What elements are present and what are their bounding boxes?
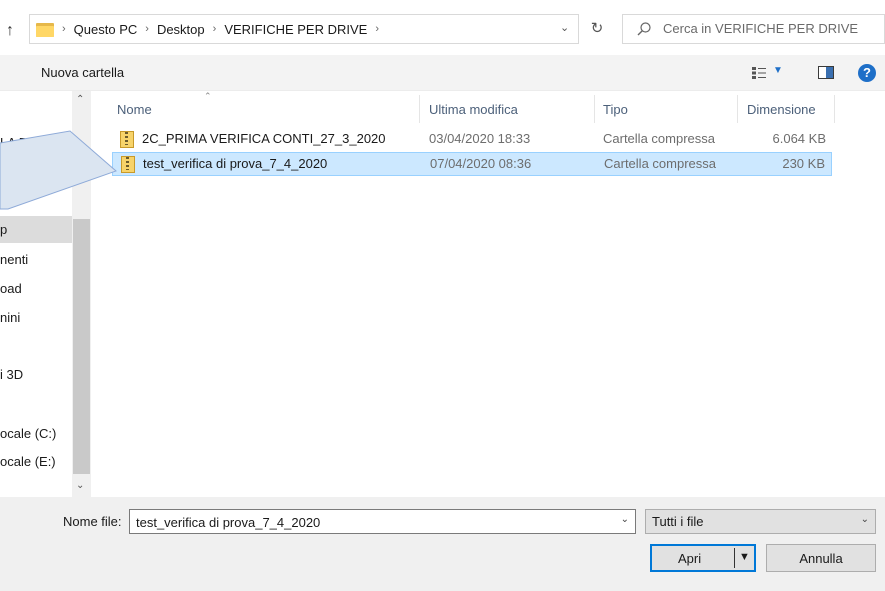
address-bar[interactable]: › Questo PC › Desktop › VERIFICHE PER DR… xyxy=(29,14,579,44)
filename-label: Nome file: xyxy=(63,514,122,529)
column-divider[interactable] xyxy=(419,95,420,123)
up-arrow-icon[interactable]: ↑ xyxy=(6,21,22,41)
chevron-right-icon[interactable]: › xyxy=(145,23,149,35)
chevron-down-icon[interactable]: ⌄ xyxy=(621,514,629,525)
column-header-size[interactable]: Dimensione xyxy=(747,97,816,123)
file-name: test_verifica di prova_7_4_2020 xyxy=(143,156,328,171)
help-icon[interactable]: ? xyxy=(858,64,876,82)
breadcrumb-item-folder[interactable]: VERIFICHE PER DRIVE xyxy=(224,22,367,37)
nav-item[interactable]: ocale (E:) xyxy=(0,454,56,469)
search-placeholder: Cerca in VERIFICHE PER DRIVE xyxy=(663,21,859,36)
file-type: Cartella compressa xyxy=(603,131,715,146)
nav-item[interactable]: nenti xyxy=(0,252,28,267)
column-divider[interactable] xyxy=(834,95,835,123)
zip-folder-icon xyxy=(121,156,135,173)
nav-item[interactable]: nini xyxy=(0,310,20,325)
dialog-footer: Nome file: ⌄ Tutti i file ⌄ Apri ▼ Annul… xyxy=(0,497,885,591)
cancel-button[interactable]: Annulla xyxy=(766,544,876,572)
file-row[interactable]: 2C_PRIMA VERIFICA CONTI_27_3_2020 03/04/… xyxy=(112,128,832,152)
scrollbar-thumb[interactable] xyxy=(73,219,90,474)
column-header-modified[interactable]: Ultima modifica xyxy=(429,97,518,123)
nav-scrollbar[interactable]: ⌃ ⌄ xyxy=(72,91,91,497)
nav-item[interactable]: LA DISTA xyxy=(0,135,56,150)
file-modified: 03/04/2020 18:33 xyxy=(429,131,531,146)
toolbar: Nuova cartella ▼ ? xyxy=(0,55,885,91)
chevron-down-icon[interactable]: ⌄ xyxy=(560,21,574,37)
chevron-right-icon[interactable]: › xyxy=(375,23,379,35)
search-icon xyxy=(637,22,651,36)
chevron-down-icon: ⌄ xyxy=(860,514,869,525)
navigation-pane: LA DISTA p nenti oad nini i 3D ocale (C:… xyxy=(0,91,92,497)
open-button-label: Apri xyxy=(678,551,702,566)
zip-folder-icon xyxy=(120,131,134,148)
breadcrumb-item-this-pc[interactable]: Questo PC xyxy=(74,22,138,37)
nav-item[interactable]: p xyxy=(0,222,7,237)
file-size: 230 KB xyxy=(782,156,825,171)
nav-item[interactable]: ocale (C:) xyxy=(0,426,56,441)
file-row-selected[interactable]: test_verifica di prova_7_4_2020 07/04/20… xyxy=(112,152,832,176)
open-button[interactable]: Apri ▼ xyxy=(650,544,756,572)
column-header-name[interactable]: Nome xyxy=(117,97,152,123)
column-divider[interactable] xyxy=(594,95,595,123)
refresh-button[interactable]: ↻ xyxy=(582,14,612,44)
file-type: Cartella compressa xyxy=(604,156,716,171)
split-divider xyxy=(734,548,735,568)
chevron-right-icon[interactable]: › xyxy=(213,23,217,35)
cancel-button-label: Annulla xyxy=(799,551,843,566)
filetype-value: Tutti i file xyxy=(652,514,704,529)
filename-input[interactable] xyxy=(136,513,606,531)
refresh-icon: ↻ xyxy=(590,20,604,37)
nav-selection-highlight xyxy=(0,216,72,243)
nav-item[interactable]: i 3D xyxy=(0,367,23,382)
scroll-up-icon[interactable]: ⌃ xyxy=(76,94,84,105)
caret-down-icon[interactable]: ▼ xyxy=(773,65,783,76)
file-size: 6.064 KB xyxy=(772,131,827,146)
column-header-type[interactable]: Tipo xyxy=(603,97,628,123)
address-row: ↑ › Questo PC › Desktop › VERIFICHE PER … xyxy=(0,0,885,55)
column-divider[interactable] xyxy=(737,95,738,123)
sort-ascending-icon: ⌃ xyxy=(204,91,212,101)
file-modified: 07/04/2020 08:36 xyxy=(430,156,532,171)
folder-icon xyxy=(36,21,54,37)
file-name: 2C_PRIMA VERIFICA CONTI_27_3_2020 xyxy=(142,131,386,146)
breadcrumb: › Questo PC › Desktop › VERIFICHE PER DR… xyxy=(62,15,379,43)
scroll-down-icon[interactable]: ⌄ xyxy=(76,480,84,491)
filetype-select[interactable]: Tutti i file ⌄ xyxy=(645,509,876,534)
search-input[interactable]: Cerca in VERIFICHE PER DRIVE xyxy=(622,14,885,44)
chevron-right-icon: › xyxy=(62,23,66,35)
new-folder-button[interactable]: Nuova cartella xyxy=(41,65,124,80)
preview-pane-icon[interactable] xyxy=(818,66,834,79)
breadcrumb-item-desktop[interactable]: Desktop xyxy=(157,22,205,37)
filename-field[interactable]: ⌄ xyxy=(129,509,636,534)
view-options-icon[interactable] xyxy=(752,67,766,79)
nav-item[interactable]: oad xyxy=(0,281,22,296)
file-list: ⌃ Nome Ultima modifica Tipo Dimensione 2… xyxy=(92,91,885,497)
caret-down-icon[interactable]: ▼ xyxy=(739,551,750,563)
